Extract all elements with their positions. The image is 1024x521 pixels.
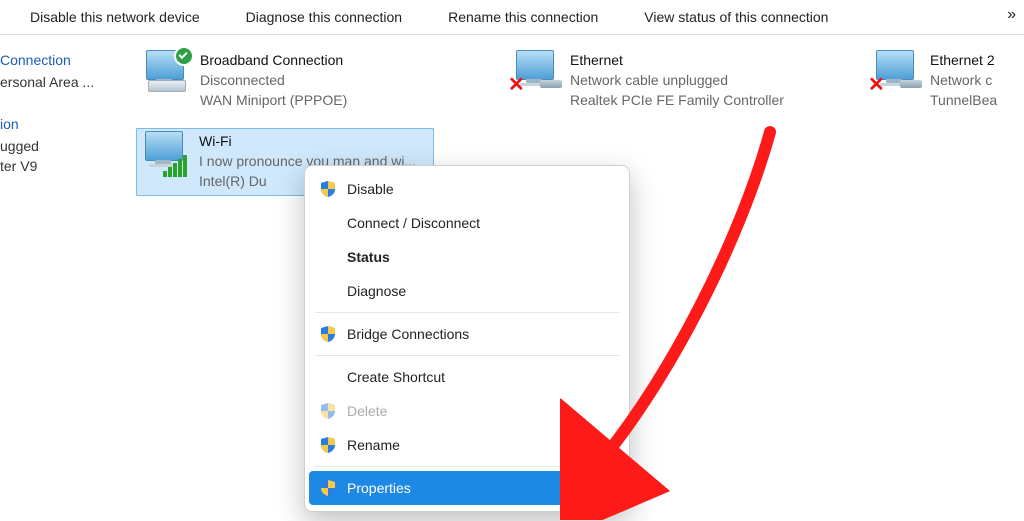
command-bar: Disable this network device Diagnose thi… bbox=[0, 0, 1024, 35]
network-adapter-icon bbox=[140, 50, 196, 96]
connection-device: TunnelBea bbox=[930, 90, 997, 110]
menu-label: Status bbox=[347, 249, 613, 265]
menu-connect[interactable]: Connect / Disconnect bbox=[309, 206, 625, 240]
menu-status[interactable]: Status bbox=[309, 240, 625, 274]
sidebar-line: ersonal Area ... bbox=[0, 72, 120, 92]
spacer-icon bbox=[319, 214, 337, 232]
menu-label: Delete bbox=[347, 403, 613, 419]
network-adapter-icon: ✕ bbox=[510, 50, 566, 96]
connection-device: WAN Miniport (PPPOE) bbox=[200, 90, 347, 110]
uac-shield-icon bbox=[319, 436, 337, 454]
connection-status: Network c bbox=[930, 70, 997, 90]
menu-label: Bridge Connections bbox=[347, 326, 613, 342]
sidebar-fragment: Connection ersonal Area ... ion ugged te… bbox=[0, 44, 120, 176]
tile-broadband[interactable]: Broadband Connection Disconnected WAN Mi… bbox=[140, 50, 480, 110]
wifi-adapter-icon bbox=[139, 131, 195, 177]
menu-label: Disable bbox=[347, 181, 613, 197]
uac-shield-icon bbox=[319, 180, 337, 198]
connection-device: Realtek PCIe FE Family Controller bbox=[570, 90, 784, 110]
sidebar-heading: Connection bbox=[0, 50, 120, 70]
uac-shield-icon bbox=[319, 325, 337, 343]
connection-name: Wi-Fi bbox=[199, 131, 416, 151]
menu-bridge[interactable]: Bridge Connections bbox=[309, 317, 625, 351]
connection-name: Broadband Connection bbox=[200, 50, 347, 70]
spacer-icon bbox=[319, 248, 337, 266]
status-error-icon: ✕ bbox=[868, 78, 885, 92]
status-ok-icon bbox=[174, 46, 194, 66]
menu-separator bbox=[315, 312, 619, 313]
tile-ethernet2[interactable]: ✕ Ethernet 2 Network c TunnelBea bbox=[870, 50, 1024, 110]
spacer-icon bbox=[319, 282, 337, 300]
menu-label: Connect / Disconnect bbox=[347, 215, 613, 231]
sidebar-heading-2: ion bbox=[0, 114, 120, 134]
sidebar-line: ter V9 bbox=[0, 156, 120, 176]
menu-separator bbox=[315, 466, 619, 467]
overflow-chevron-icon[interactable]: » bbox=[1007, 6, 1016, 24]
menu-diagnose[interactable]: Diagnose bbox=[309, 274, 625, 308]
cmd-disable-device[interactable]: Disable this network device bbox=[30, 9, 200, 25]
menu-delete-disabled: Delete bbox=[309, 394, 625, 428]
cmd-diagnose[interactable]: Diagnose this connection bbox=[246, 9, 402, 25]
connection-status: Network cable unplugged bbox=[570, 70, 784, 90]
tile-ethernet[interactable]: ✕ Ethernet Network cable unplugged Realt… bbox=[510, 50, 840, 110]
spacer-icon bbox=[319, 368, 337, 386]
menu-label: Diagnose bbox=[347, 283, 613, 299]
connection-status: Disconnected bbox=[200, 70, 347, 90]
menu-separator bbox=[315, 355, 619, 356]
menu-properties-highlighted[interactable]: Properties bbox=[309, 471, 625, 505]
uac-shield-icon bbox=[319, 402, 337, 420]
menu-disable[interactable]: Disable bbox=[309, 172, 625, 206]
menu-label: Properties bbox=[347, 480, 613, 496]
menu-shortcut[interactable]: Create Shortcut bbox=[309, 360, 625, 394]
connection-name: Ethernet 2 bbox=[930, 50, 997, 70]
network-adapter-icon: ✕ bbox=[870, 50, 926, 96]
uac-shield-icon bbox=[319, 479, 337, 497]
context-menu: Disable Connect / Disconnect Status Diag… bbox=[304, 165, 630, 512]
menu-label: Create Shortcut bbox=[347, 369, 613, 385]
sidebar-line: ugged bbox=[0, 136, 120, 156]
cmd-view-status[interactable]: View status of this connection bbox=[644, 9, 828, 25]
menu-label: Rename bbox=[347, 437, 613, 453]
status-error-icon: ✕ bbox=[508, 78, 525, 92]
connection-name: Ethernet bbox=[570, 50, 784, 70]
cmd-rename[interactable]: Rename this connection bbox=[448, 9, 598, 25]
signal-bars-icon bbox=[163, 155, 188, 177]
menu-rename[interactable]: Rename bbox=[309, 428, 625, 462]
